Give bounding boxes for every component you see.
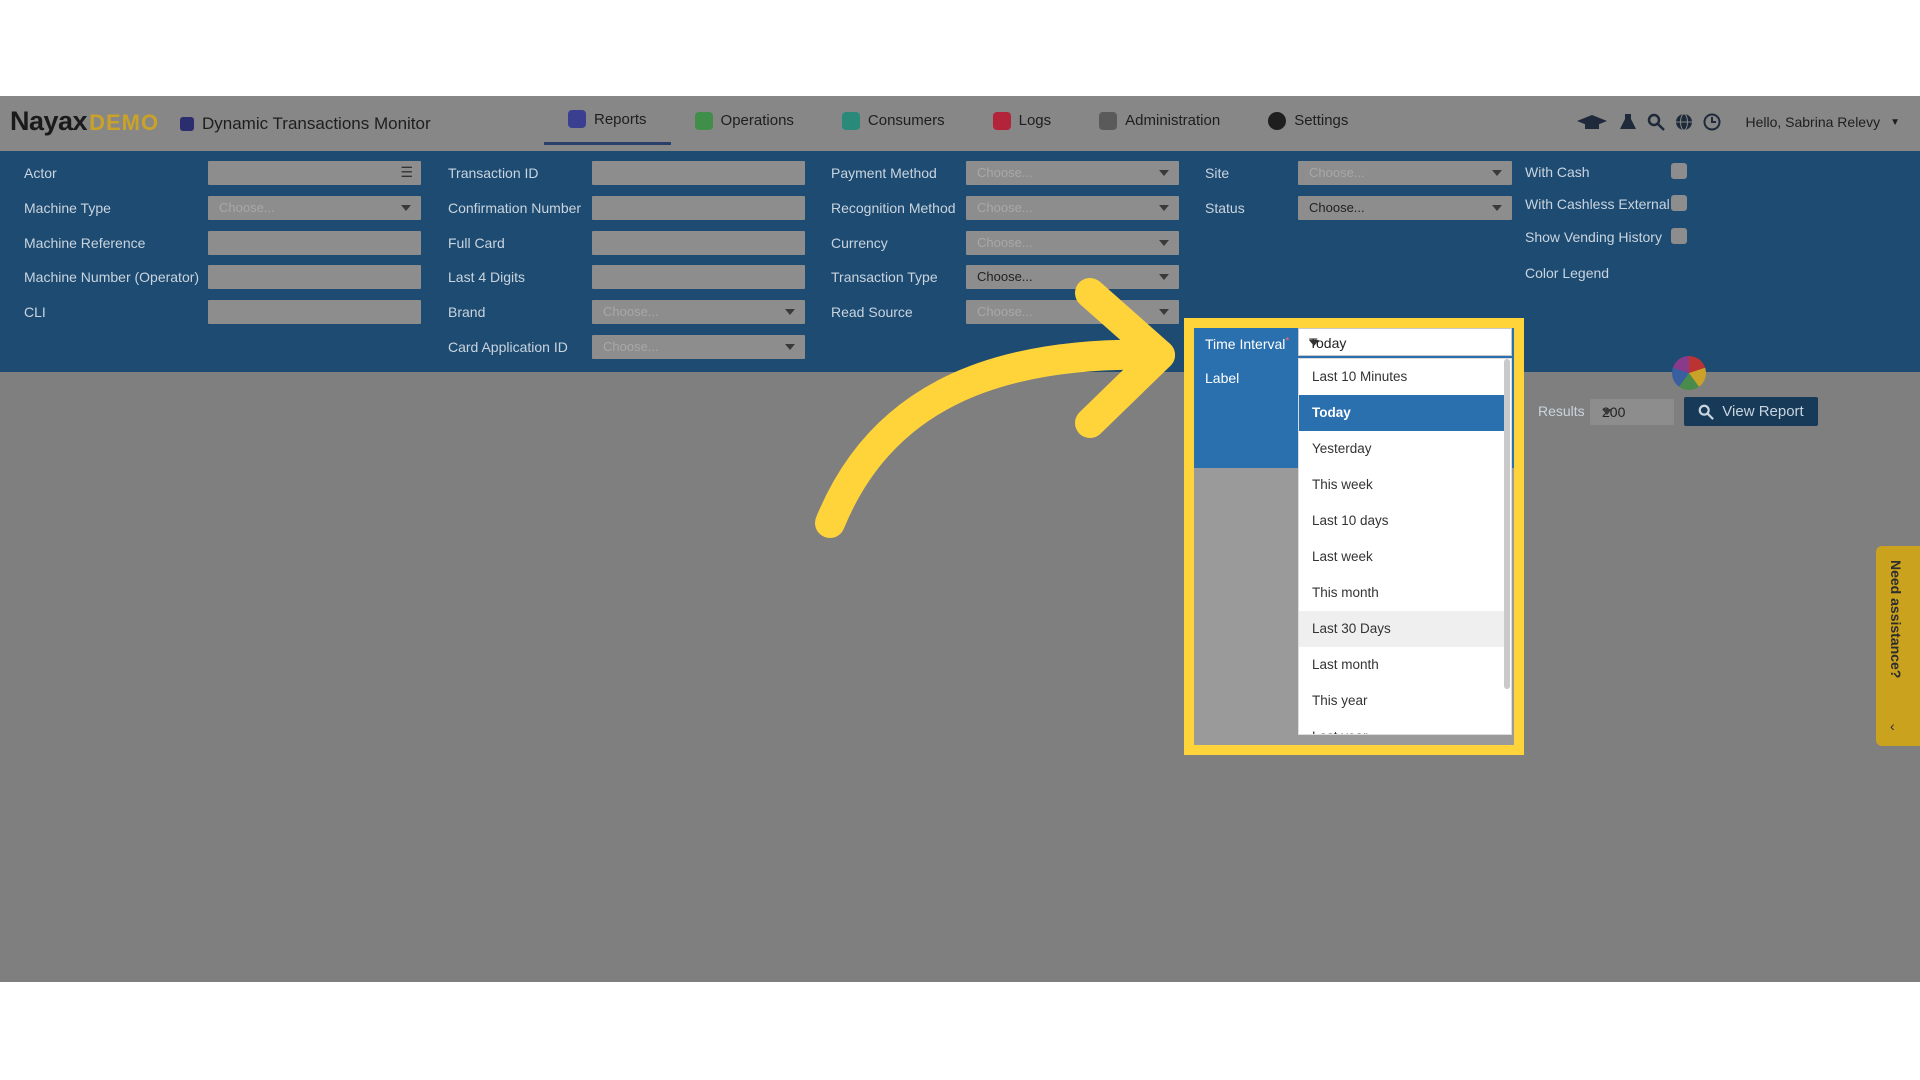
stage: NayaxDEMO Dynamic Transactions Monitor R… xyxy=(0,0,1920,1080)
annotation-arrow-icon xyxy=(815,278,1175,538)
